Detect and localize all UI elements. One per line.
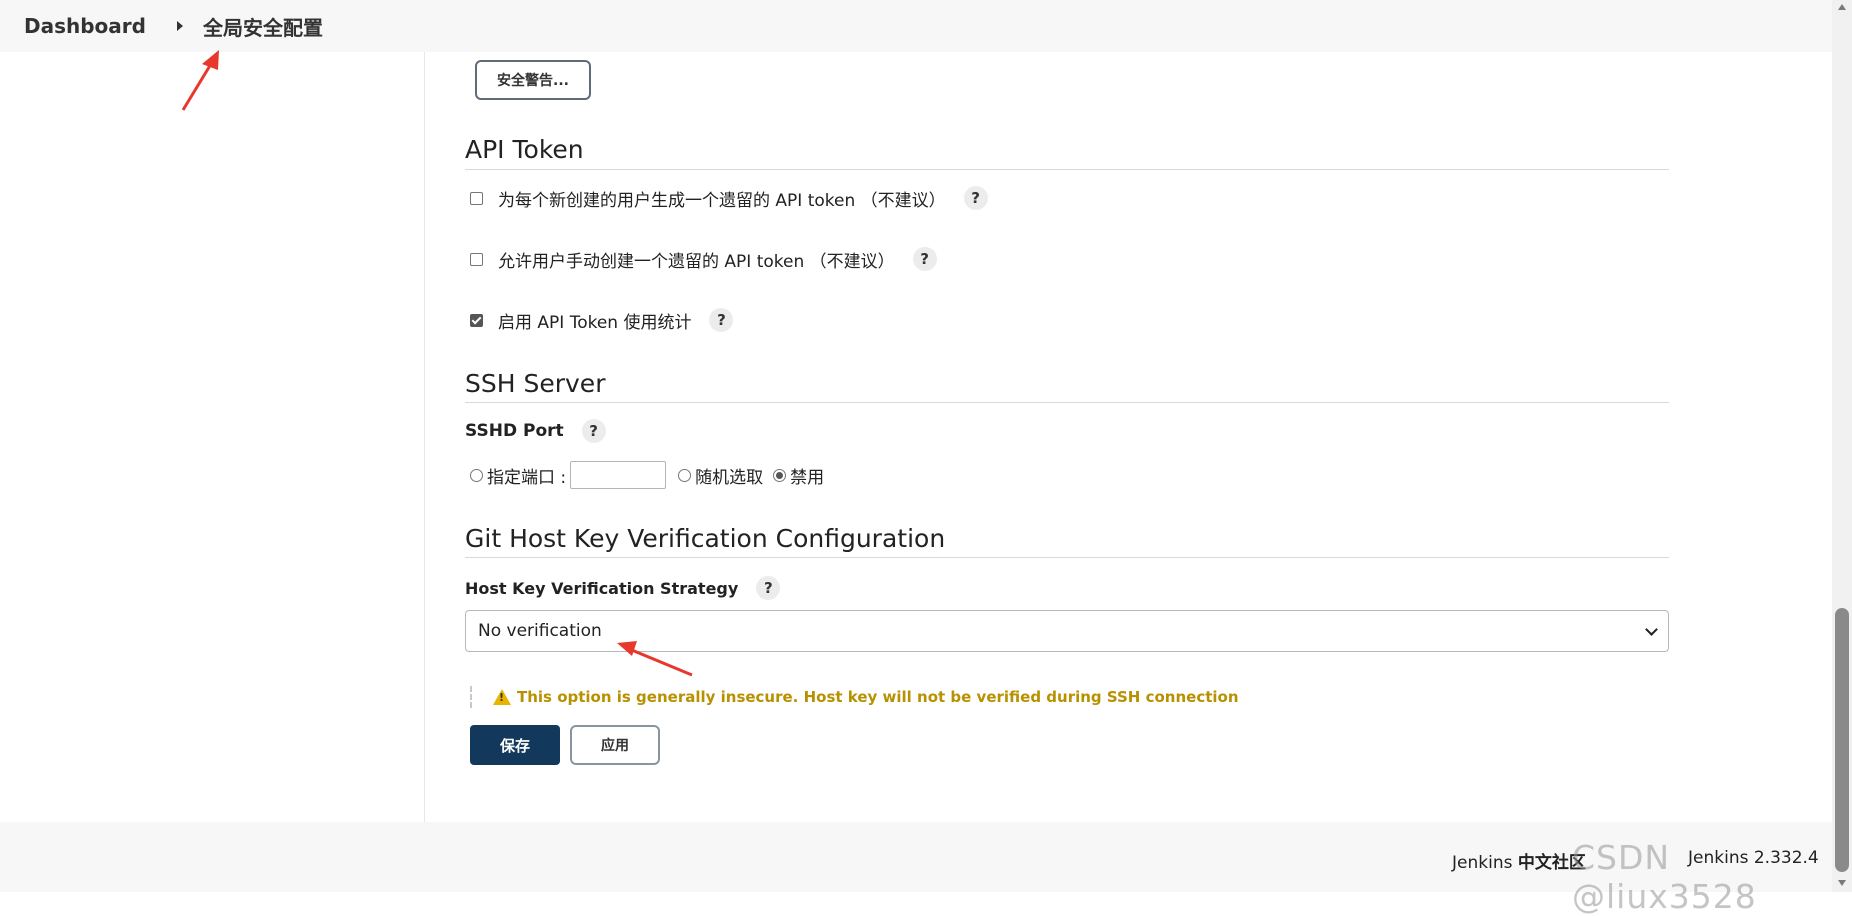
annotation-arrow-select (617, 641, 693, 677)
annotation-arrow-breadcrumb (181, 50, 219, 111)
annotation-layer (181, 50, 693, 677)
